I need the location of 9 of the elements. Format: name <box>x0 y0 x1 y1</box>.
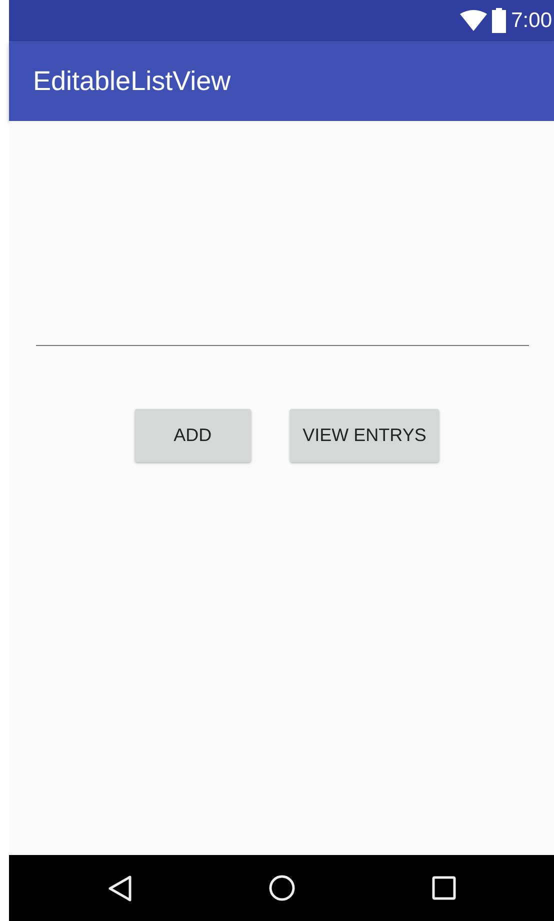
wifi-icon <box>460 10 488 31</box>
app-title: EditableListView <box>33 66 231 96</box>
battery-icon <box>492 8 506 33</box>
view-entries-button[interactable]: VIEW ENTRYS <box>290 409 440 462</box>
back-icon[interactable] <box>108 874 132 902</box>
add-button[interactable]: ADD <box>134 409 251 462</box>
recents-icon[interactable] <box>432 876 456 900</box>
home-icon[interactable] <box>268 875 294 901</box>
status-time: 7:00 <box>511 8 552 32</box>
